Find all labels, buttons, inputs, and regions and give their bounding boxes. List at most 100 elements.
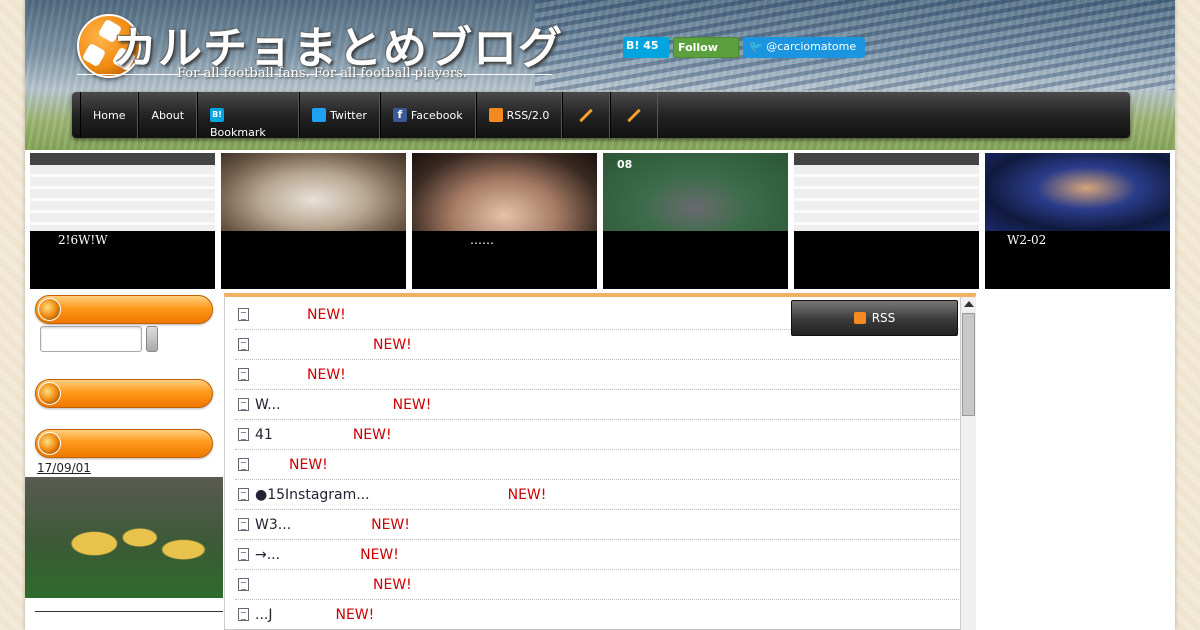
rss-icon	[488, 108, 503, 122]
soccer-ball-icon	[38, 382, 61, 405]
nav-item-facebook[interactable]: f Facebook	[379, 92, 476, 138]
thumbnail-caption: ……	[470, 233, 494, 247]
site-subtitle: For all football fans. For all football …	[177, 66, 467, 81]
new-badge: NEW!	[360, 546, 399, 563]
list-item[interactable]: NEW!	[235, 570, 961, 600]
twitter-handle: @carciomatome	[766, 40, 857, 53]
soccer-ball-icon	[38, 432, 61, 455]
twitter-bird-icon: 🐦	[749, 40, 767, 53]
thumbnail-card[interactable]: W2-02	[985, 153, 1170, 289]
thumbnail-card[interactable]	[794, 153, 979, 289]
new-badge: NEW!	[373, 576, 412, 593]
list-item[interactable]: W... NEW!	[235, 390, 961, 420]
sidebar-post-image[interactable]	[25, 477, 223, 598]
scroll-up-arrow-icon[interactable]	[964, 301, 974, 307]
rss-icon	[853, 312, 866, 324]
document-icon	[238, 548, 249, 561]
thumbnail-card[interactable]: 2!6W!W	[30, 153, 215, 289]
page-container: カルチョまとめブログ For all football fans. For al…	[25, 0, 1175, 630]
thumbnail-image	[412, 153, 597, 231]
new-badge: NEW!	[307, 366, 346, 383]
twitter-icon	[312, 108, 327, 122]
thumbnail-card[interactable]: ……	[412, 153, 597, 289]
ball-patch	[81, 42, 107, 68]
social-buttons: B! 45 Follow 🐦 @carciomatome	[623, 37, 865, 58]
rss-button[interactable]: RSS	[791, 300, 958, 336]
nav-item-bookmark[interactable]: B! Bookmark	[197, 92, 300, 138]
new-badge: NEW!	[373, 336, 412, 353]
thumbnail-image	[985, 153, 1170, 231]
document-icon	[238, 428, 249, 441]
new-badge: NEW!	[289, 456, 328, 473]
thumbnail-caption: W2-02	[1007, 233, 1047, 247]
article-title: →...	[255, 546, 281, 563]
article-title: ...J	[255, 606, 273, 623]
document-icon	[238, 458, 249, 471]
thumbnail-card[interactable]	[221, 153, 406, 289]
feedly-follow-button[interactable]: Follow	[673, 37, 739, 58]
rss-button-label: RSS	[871, 311, 896, 325]
hatena-bookmark-count-button[interactable]: B! 45	[623, 37, 669, 58]
list-item[interactable]: 41 NEW!	[235, 420, 961, 450]
list-item[interactable]: NEW!	[235, 450, 961, 480]
new-badge: NEW!	[507, 486, 547, 503]
thumbnail-badge: 08	[617, 158, 633, 171]
nav-item-about[interactable]: About	[138, 92, 198, 138]
thumbnail-caption: 2!6W!W	[58, 233, 108, 247]
document-icon	[238, 488, 249, 501]
nav-item-label: Bookmark	[210, 126, 266, 138]
new-badge: NEW!	[371, 516, 410, 533]
nav-item-twitter[interactable]: Twitter	[299, 92, 380, 138]
divider	[35, 611, 223, 612]
thumbnail-card[interactable]: 08	[603, 153, 788, 289]
list-item[interactable]: W3... NEW!	[235, 510, 961, 540]
nav-item-label: Twitter	[330, 108, 367, 122]
nav-item-label: RSS/2.0	[506, 108, 550, 122]
new-badge: NEW!	[307, 306, 346, 323]
hatena-bookmark-icon: B!	[210, 108, 225, 122]
new-badge: NEW!	[335, 606, 375, 623]
document-icon	[238, 398, 249, 411]
twitter-follow-button[interactable]: 🐦 @carciomatome	[743, 37, 865, 58]
nav-item-label: Facebook	[410, 108, 463, 122]
soccer-ball-icon	[38, 298, 61, 321]
main-navigation: Home About B! Bookmark Twitter f Faceboo…	[72, 92, 1130, 138]
follow-label: Follow	[678, 41, 718, 54]
article-title: 41	[255, 426, 273, 443]
article-title: W3...	[255, 516, 292, 533]
pencil-icon	[579, 108, 594, 122]
thumbnail-image	[221, 153, 406, 231]
new-badge: NEW!	[352, 426, 392, 443]
article-title: ●15Instagram...	[255, 486, 370, 503]
search-input[interactable]	[40, 326, 142, 352]
article-title: W...	[255, 396, 281, 413]
nav-item-edit-2[interactable]	[610, 92, 659, 138]
nav-item-edit-1[interactable]	[562, 92, 611, 138]
sidebar-heading	[35, 379, 213, 408]
article-list-panel: NEW! NEW! NEW! W... NEW! 41 NEW! NEW! ●15I…	[224, 293, 976, 630]
document-icon	[238, 338, 249, 351]
nav-item-label: Home	[93, 108, 126, 122]
nav-item-home[interactable]: Home	[80, 92, 139, 138]
facebook-icon: f	[392, 108, 407, 122]
scrollbar[interactable]	[960, 297, 976, 630]
document-icon	[238, 518, 249, 531]
list-item[interactable]: NEW!	[235, 360, 961, 390]
document-icon	[238, 608, 249, 621]
list-item[interactable]: ●15Instagram... NEW!	[235, 480, 961, 510]
article-list: NEW! NEW! NEW! W... NEW! 41 NEW! NEW! ●15I…	[235, 300, 961, 630]
new-badge: NEW!	[392, 396, 432, 413]
thumbnail-image	[794, 153, 979, 231]
search-button[interactable]	[146, 326, 158, 352]
sidebar-heading-search	[35, 295, 213, 324]
pencil-icon	[627, 108, 642, 122]
document-icon	[238, 368, 249, 381]
document-icon	[238, 578, 249, 591]
nav-item-rss[interactable]: RSS/2.0	[475, 92, 563, 138]
sidebar-post-date[interactable]: 17/09/01	[37, 461, 91, 475]
scrollbar-thumb[interactable]	[962, 313, 975, 416]
list-item[interactable]: →... NEW!	[235, 540, 961, 570]
list-item[interactable]: ...J NEW!	[235, 600, 961, 630]
site-header: カルチョまとめブログ For all football fans. For al…	[25, 0, 1175, 150]
thumbnail-image: 08	[603, 153, 788, 231]
